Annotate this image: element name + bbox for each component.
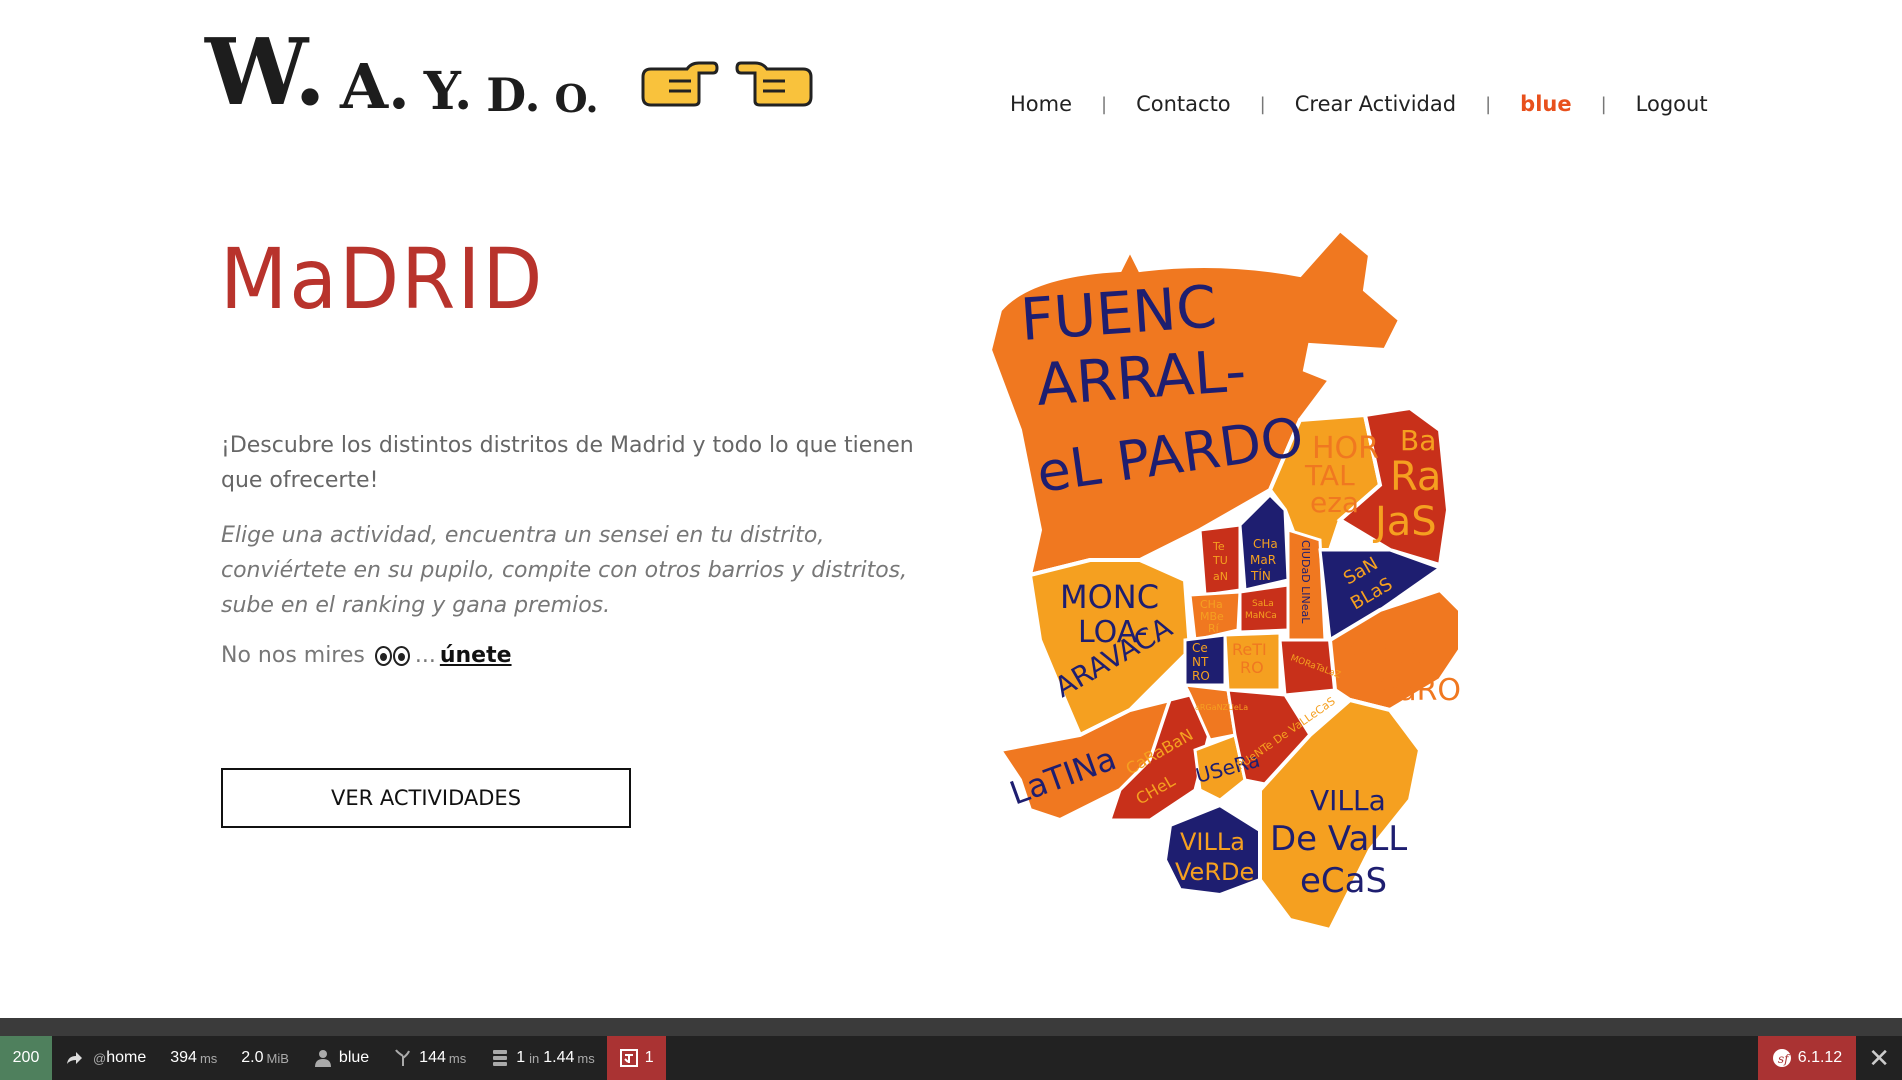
close-toolbar-button[interactable]: ✕ [1856, 1036, 1902, 1080]
twig-panel[interactable]: 1 [606, 1036, 666, 1080]
logo-letter-o: O. [554, 76, 599, 121]
intro-italic-text: Elige una actividad, encuentra un sensei… [221, 523, 908, 618]
nav-user-profile-link[interactable]: blue [1520, 92, 1571, 116]
site-logo[interactable]: W. A. Y. D. O. [205, 18, 831, 126]
time-panel[interactable]: 394 ms [158, 1036, 229, 1080]
map-label-salamanca-2: MaNCa [1245, 611, 1277, 621]
logo-letter-a: A. [340, 50, 410, 123]
map-label-hortaleza-3: eza [1310, 486, 1359, 519]
twig-count: 1 [644, 1049, 654, 1066]
map-label-centro-3: RO [1192, 669, 1210, 683]
nav-separator: | [1485, 93, 1492, 115]
db-unit: ms [577, 1050, 595, 1066]
route-name: home [106, 1049, 147, 1066]
twig-icon [619, 1049, 638, 1067]
join-line: No nos mires ... únete [221, 643, 512, 668]
map-label-centro-1: Ce [1192, 641, 1208, 655]
map-label-villa-vallecas-3: eCaS [1300, 861, 1387, 901]
map-label-retiro-2: RO [1240, 658, 1264, 677]
view-activities-button[interactable]: VER ACTIVIDADES [221, 768, 631, 828]
logo-letter-y: Y. [423, 61, 473, 122]
http-status-badge[interactable]: 200 [0, 1036, 52, 1080]
toolbar-right: sf 6.1.12 ✕ [1757, 1036, 1902, 1080]
map-label-moncloa-1: MONC [1060, 578, 1159, 616]
madrid-districts-map[interactable]: .txt-n { fill:#1e1e70; font-family:"Deja… [970, 230, 1570, 950]
intro-text: ¡Descubre los distintos distritos de Mad… [221, 433, 914, 493]
perf-unit: ms [448, 1050, 467, 1066]
map-label-ciudad-lineal: CIUDaD LINeaL [1299, 540, 1312, 624]
join-ellipsis: ... [414, 643, 436, 668]
memory-value: 2.0 [241, 1049, 264, 1066]
pointing-right-hand-icon [641, 61, 719, 107]
nav-home-link[interactable]: Home [1010, 92, 1072, 116]
memory-panel[interactable]: 2.0 MiB [229, 1036, 301, 1080]
nav-contacto-link[interactable]: Contacto [1136, 92, 1231, 116]
db-in-label: in [529, 1050, 540, 1066]
nav-separator: | [1259, 93, 1266, 115]
join-link[interactable]: únete [440, 643, 512, 668]
route-prefix: @ [93, 1050, 107, 1066]
eyes-icon [374, 645, 411, 666]
debug-toolbar-topbar [0, 1018, 1902, 1036]
memory-unit: MiB [266, 1050, 289, 1066]
nav-crear-actividad-link[interactable]: Crear Actividad [1295, 92, 1456, 116]
performance-panel[interactable]: 144 ms [381, 1036, 478, 1080]
debug-toolbar: 200 @ home 394 ms 2.0 MiB blue 144 ms 1 … [0, 1036, 1902, 1080]
map-label-arganzuela: aRGaNZUeLa [1195, 703, 1248, 712]
logo-letter-w: W. [205, 18, 327, 126]
map-label-vicalvaro-2: VaRO [1380, 673, 1461, 708]
time-unit: ms [199, 1050, 218, 1066]
symfony-icon: sf [1772, 1049, 1791, 1067]
nav-separator: | [1101, 93, 1108, 115]
map-label-tetuan-3: aN [1213, 570, 1228, 583]
route-panel[interactable]: @ home [52, 1036, 158, 1080]
map-label-chamberi-3: Rí [1208, 622, 1220, 635]
map-label-vicalvaro-1: VICÁL [1350, 637, 1438, 673]
city-title: MaDRID [220, 231, 545, 329]
map-label-chamartin-1: CHa [1253, 537, 1278, 551]
map-label-villa-vallecas-2: De VaLL [1270, 819, 1407, 859]
main-nav: Home | Contacto | Crear Actividad | blue… [1010, 92, 1708, 116]
time-value: 394 [170, 1049, 197, 1066]
map-label-tetuan-1: Te [1212, 540, 1225, 553]
nav-logout-link[interactable]: Logout [1636, 92, 1708, 116]
join-prefix-text: No nos mires [221, 643, 365, 668]
logo-letter-d: D. [486, 68, 541, 122]
performance-icon [395, 1049, 411, 1066]
map-label-villaverde-2: VeRDe [1175, 858, 1254, 886]
pointing-left-hand-icon [735, 61, 813, 107]
redirect-arrow-icon [67, 1052, 82, 1064]
map-label-retiro-1: ReTI [1232, 640, 1267, 659]
map-label-barajas-1: Ba [1400, 424, 1436, 457]
map-label-chamartin-3: TÍN [1250, 568, 1271, 583]
map-label-barajas-3: JaS [1372, 499, 1437, 545]
database-icon [493, 1050, 508, 1066]
database-panel[interactable]: 1 in 1.44 ms [478, 1036, 607, 1080]
user-name: blue [338, 1049, 370, 1066]
map-label-centro-2: NT [1192, 655, 1209, 669]
db-query-count: 1 [516, 1049, 526, 1066]
symfony-version-panel[interactable]: sf 6.1.12 [1757, 1036, 1857, 1080]
map-label-villa-vallecas-1: VILLa [1310, 784, 1386, 817]
map-label-tetuan-2: TU [1212, 554, 1228, 567]
user-panel[interactable]: blue [301, 1036, 381, 1080]
nav-separator: | [1600, 93, 1607, 115]
user-icon [314, 1050, 331, 1067]
map-label-salamanca-1: SaLa [1252, 599, 1274, 609]
db-time: 1.44 [543, 1049, 575, 1066]
map-label-chamartin-2: MaR [1250, 553, 1276, 567]
map-label-barajas-2: Ra [1390, 454, 1441, 500]
symfony-version: 6.1.12 [1797, 1049, 1843, 1066]
map-label-villaverde-1: VILLa [1180, 828, 1245, 856]
perf-value: 144 [419, 1049, 446, 1066]
